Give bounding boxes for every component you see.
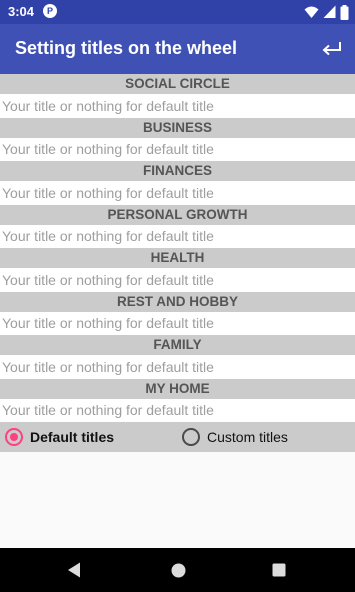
return-arrow-icon — [322, 42, 341, 56]
section-header: REST AND HOBBY — [0, 291, 355, 312]
default-titles-label: Default titles — [30, 429, 115, 445]
nav-recents-button[interactable] — [268, 559, 290, 581]
return-button[interactable] — [319, 36, 345, 62]
default-titles-radio[interactable]: Default titles — [5, 422, 114, 452]
section-header: SOCIAL CIRCLE — [0, 74, 355, 94]
section-title-input[interactable] — [0, 181, 355, 205]
section-title-input[interactable] — [0, 94, 355, 118]
status-time: 3:04 — [8, 4, 35, 19]
home-circle-icon — [171, 563, 185, 577]
recents-square-icon — [272, 563, 286, 577]
radio-unchecked-icon — [182, 428, 200, 446]
section-header: BUSINESS — [0, 117, 355, 138]
custom-titles-radio[interactable]: Custom titles — [182, 422, 288, 452]
system-nav-bar — [0, 548, 355, 592]
section-title-input[interactable] — [0, 398, 355, 422]
title-sections-list: SOCIAL CIRCLE BUSINESS FINANCES PERSONAL… — [0, 74, 355, 422]
app-bar: Setting titles on the wheel — [0, 24, 355, 74]
battery-icon — [340, 4, 349, 20]
section-header: FAMILY — [0, 335, 355, 355]
section-header: PERSONAL GROWTH — [0, 204, 355, 225]
nav-back-button[interactable] — [63, 559, 85, 581]
back-triangle-icon — [68, 562, 80, 578]
section-title-input[interactable] — [0, 137, 355, 161]
status-bar: 3:04 P — [0, 0, 355, 24]
page-title: Setting titles on the wheel — [15, 38, 238, 58]
section-title-input[interactable] — [0, 224, 355, 248]
radio-checked-icon — [5, 428, 23, 446]
nav-home-button[interactable] — [167, 559, 189, 581]
status-icons — [304, 4, 349, 20]
section-title-input[interactable] — [0, 355, 355, 379]
section-header: FINANCES — [0, 161, 355, 181]
section-header: HEALTH — [0, 248, 355, 268]
section-title-input[interactable] — [0, 311, 355, 335]
signal-icon — [323, 5, 336, 18]
section-title-input[interactable] — [0, 268, 355, 292]
title-mode-radio-group: Default titles Custom titles — [0, 422, 355, 452]
custom-titles-label: Custom titles — [207, 429, 288, 445]
wifi-icon — [304, 6, 319, 18]
section-header: MY HOME — [0, 378, 355, 399]
notification-badge-icon: P — [43, 4, 57, 18]
